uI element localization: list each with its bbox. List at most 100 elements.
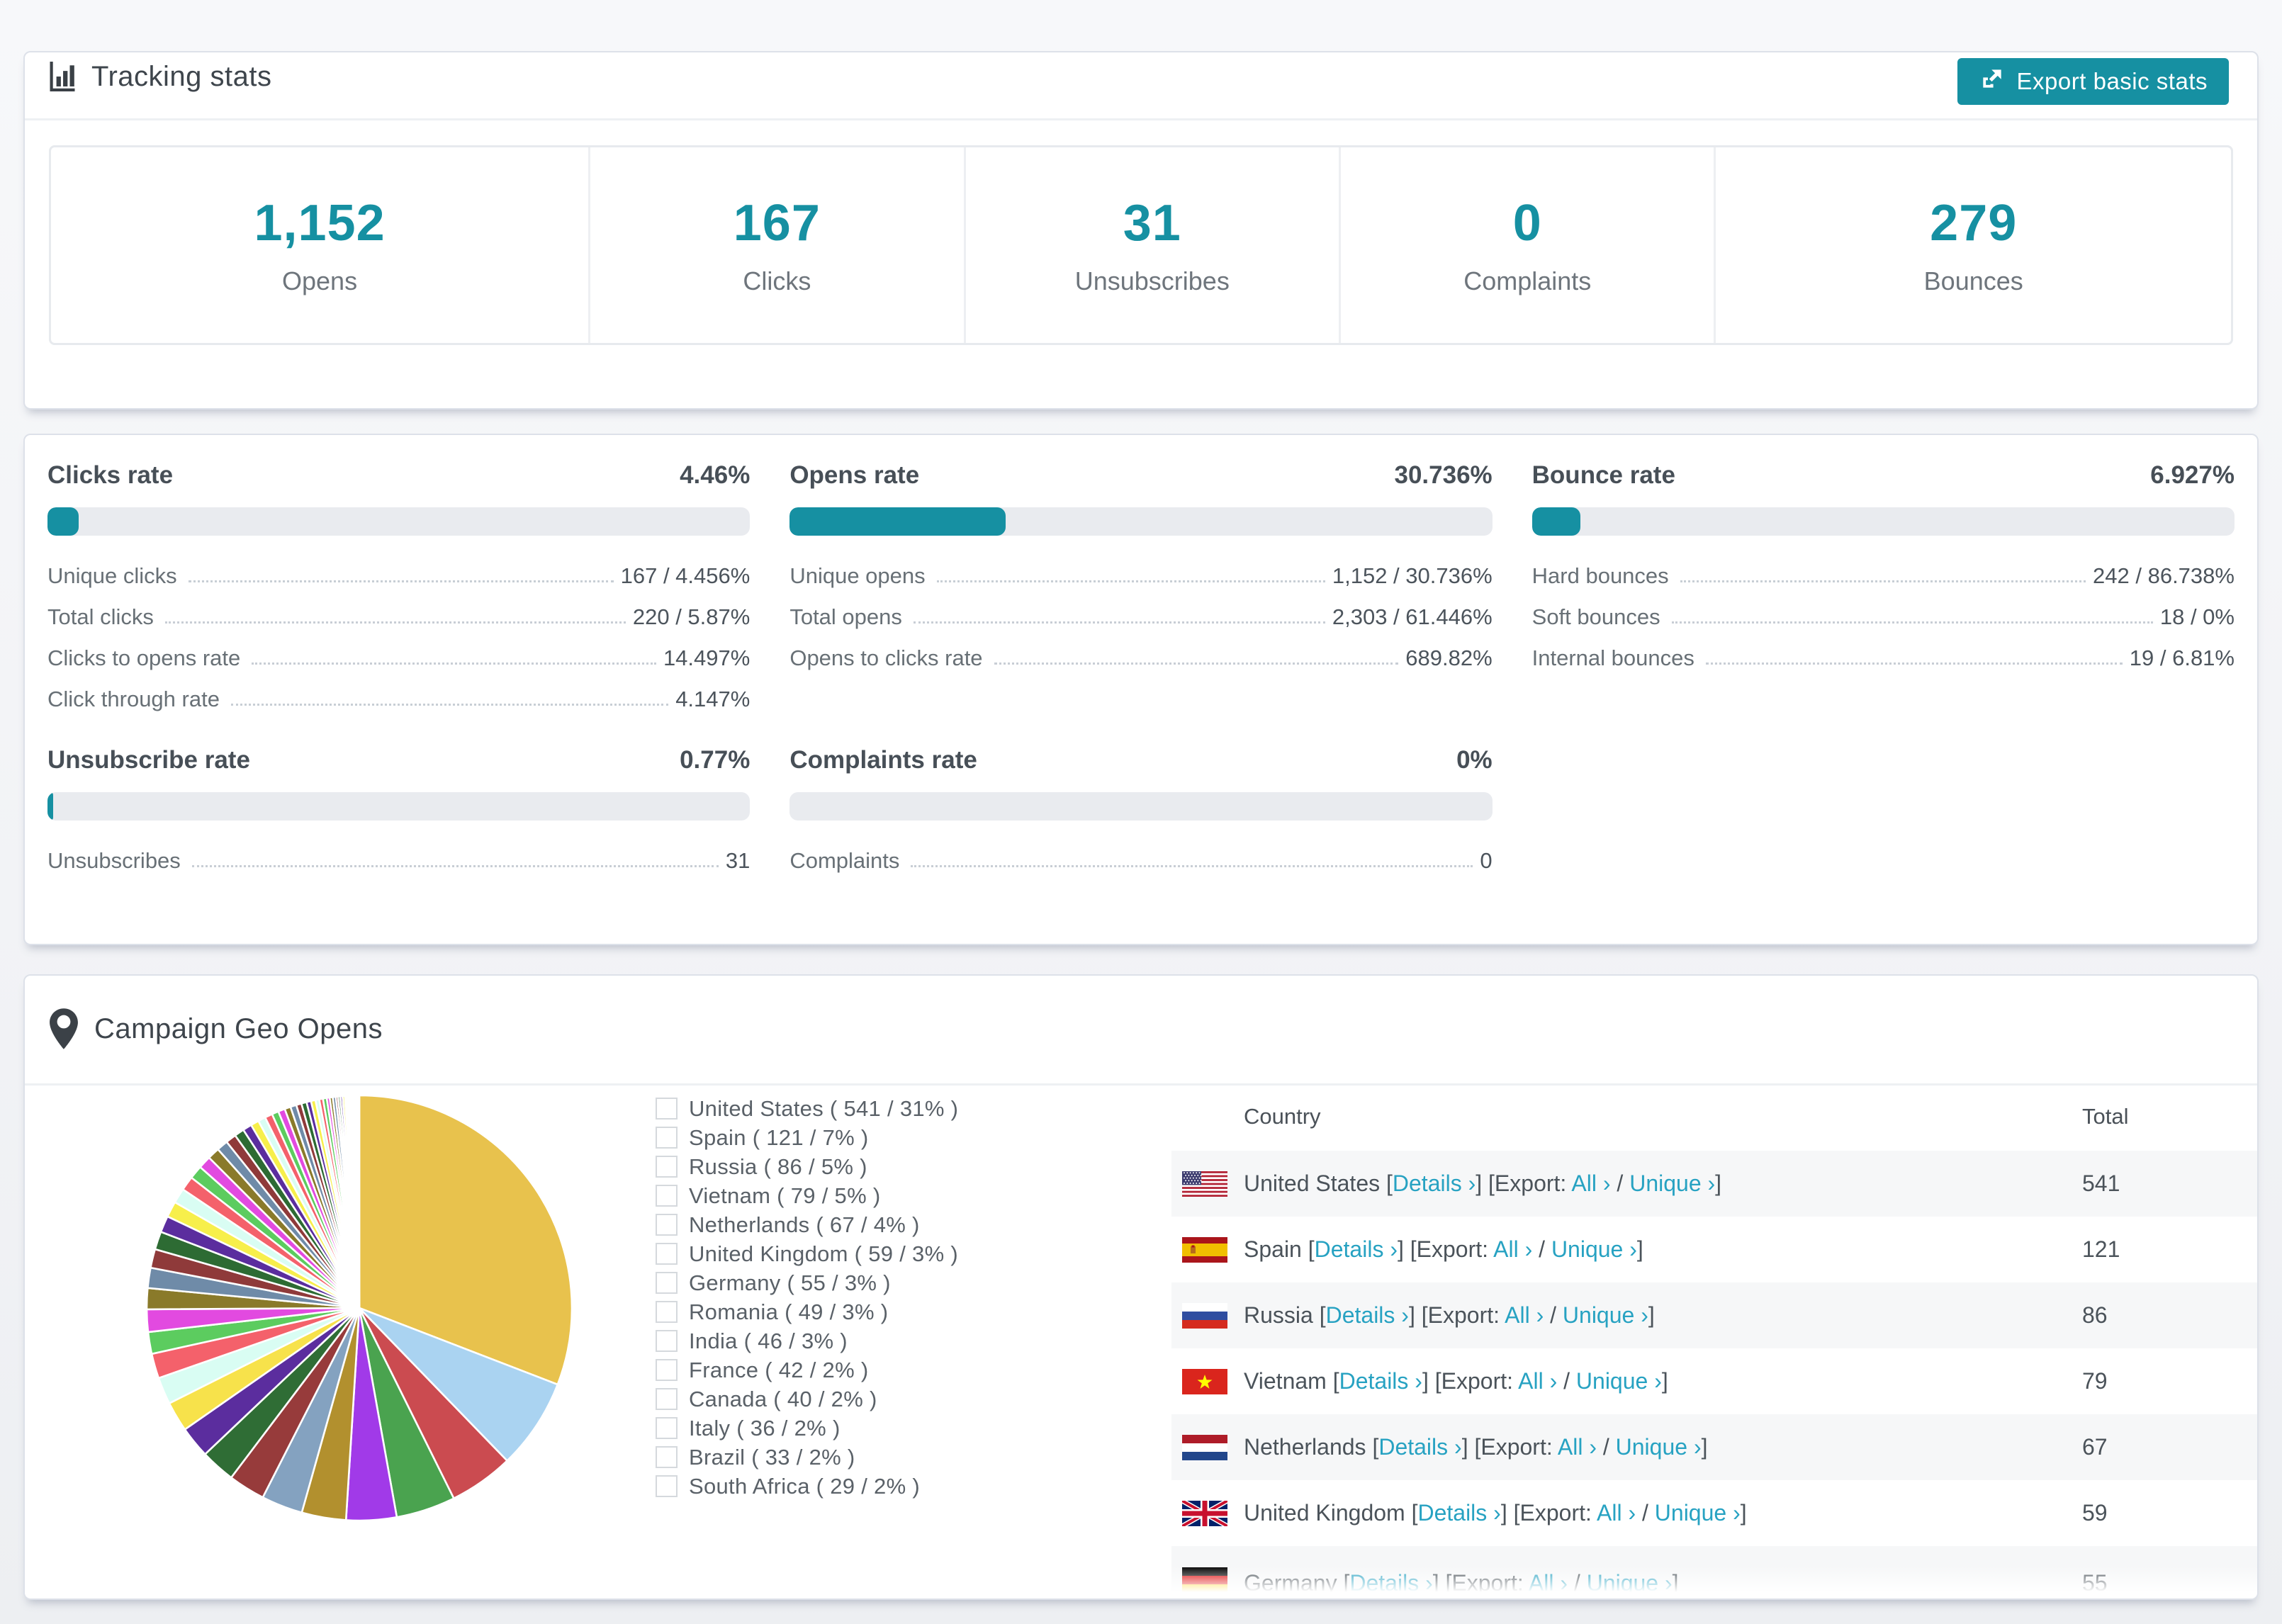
rate-detail-row: Click through rate 4.147% bbox=[47, 670, 750, 711]
rate-progress-track bbox=[789, 507, 1493, 536]
legend-item: India ( 46 / 3% ) bbox=[656, 1326, 958, 1355]
details-link[interactable]: Details › bbox=[1417, 1500, 1500, 1526]
rate-header: Clicks rate 4.46% bbox=[47, 461, 750, 490]
legend-item: Netherlands ( 67 / 4% ) bbox=[656, 1210, 958, 1239]
rate-detail-label: Unique clicks bbox=[47, 563, 177, 588]
stat-label: Complaints bbox=[1463, 266, 1592, 295]
rate-progress-track bbox=[789, 792, 1493, 821]
tracking-stats-card: Tracking stats Export basic stats 1,152 O… bbox=[23, 51, 2259, 410]
legend-label: France ( 42 / 2% ) bbox=[689, 1357, 869, 1382]
rate-detail-label: Clicks to opens rate bbox=[47, 645, 241, 670]
flag-us-icon bbox=[1182, 1171, 1227, 1197]
stat-cell-complaints: 0 Complaints bbox=[1341, 147, 1716, 343]
stat-label: Opens bbox=[282, 266, 358, 295]
rate-detail-label: Unsubscribes bbox=[47, 847, 181, 873]
rate-detail-value: 19 / 6.81% bbox=[2129, 645, 2235, 670]
legend-swatch bbox=[656, 1098, 678, 1120]
rate-detail-value: 220 / 5.87% bbox=[632, 604, 751, 629]
country-name: Spain bbox=[1244, 1236, 1302, 1262]
rate-detail-row: Clicks to opens rate 14.497% bbox=[47, 629, 750, 670]
export-all-link[interactable]: All › bbox=[1571, 1171, 1610, 1196]
stat-value: 167 bbox=[733, 195, 821, 252]
legend-item: Spain ( 121 / 7% ) bbox=[656, 1123, 958, 1152]
dotted-leader bbox=[191, 865, 719, 867]
rate-block-bounce-rate: Bounce rate 6.927% Hard bounces 242 / 86.73… bbox=[1531, 461, 2235, 711]
export-all-link[interactable]: All › bbox=[1493, 1236, 1532, 1262]
export-unique-link[interactable]: Unique › bbox=[1655, 1500, 1741, 1526]
flag-gb-icon bbox=[1182, 1500, 1227, 1526]
rate-block-complaints-rate: Complaints rate 0% Complaints 0 bbox=[789, 745, 1493, 873]
export-all-link[interactable]: All › bbox=[1558, 1434, 1597, 1460]
legend-item: United States ( 541 / 31% ) bbox=[656, 1094, 958, 1123]
export-unique-link[interactable]: Unique › bbox=[1587, 1570, 1673, 1596]
legend-swatch bbox=[656, 1359, 678, 1381]
stat-value: 31 bbox=[1123, 195, 1181, 252]
country-cell: United Kingdom [Details ›] [Export: All … bbox=[1244, 1500, 1747, 1526]
rate-progress-fill bbox=[1531, 507, 1581, 536]
stat-cell-unsubscribes: 31 Unsubscribes bbox=[966, 147, 1342, 343]
total-cell: 67 bbox=[2082, 1434, 2108, 1460]
details-link[interactable]: Details › bbox=[1378, 1434, 1461, 1460]
legend-label: Spain ( 121 / 7% ) bbox=[689, 1124, 869, 1150]
tracking-stats-header: Tracking stats Export basic stats bbox=[25, 52, 2257, 120]
details-link[interactable]: Details › bbox=[1349, 1570, 1432, 1596]
export-all-link[interactable]: All › bbox=[1518, 1368, 1557, 1394]
flag-vn-icon bbox=[1182, 1368, 1227, 1394]
country-cell: Germany [Details ›] [Export: All › / Uni… bbox=[1244, 1570, 1679, 1596]
rate-header: Unsubscribe rate 0.77% bbox=[47, 745, 750, 775]
export-unique-link[interactable]: Unique › bbox=[1576, 1368, 1662, 1394]
legend-item: Canada ( 40 / 2% ) bbox=[656, 1385, 958, 1414]
card-title-text: Tracking stats bbox=[91, 60, 272, 92]
rate-title: Opens rate bbox=[789, 461, 920, 489]
rate-detail-label: Soft bounces bbox=[1531, 604, 1660, 629]
rate-detail-value: 0 bbox=[1480, 847, 1493, 873]
total-cell: 55 bbox=[2082, 1570, 2108, 1596]
dotted-leader bbox=[164, 621, 626, 624]
legend-item: Germany ( 55 / 3% ) bbox=[656, 1268, 958, 1297]
country-name: United States bbox=[1244, 1171, 1381, 1196]
stat-cell-clicks: 167 Clicks bbox=[590, 147, 966, 343]
rate-header: Bounce rate 6.927% bbox=[1532, 461, 2235, 490]
rate-detail-label: Hard bounces bbox=[1531, 563, 1669, 588]
rate-detail-row: Complaints 0 bbox=[789, 832, 1492, 873]
rate-detail-rows: Hard bounces 242 / 86.738% Soft bounces 18 … bbox=[1532, 547, 2235, 670]
details-link[interactable]: Details › bbox=[1315, 1236, 1398, 1262]
rate-detail-label: Total clicks bbox=[47, 604, 154, 629]
details-link[interactable]: Details › bbox=[1393, 1171, 1476, 1196]
rate-detail-row: Hard bounces 242 / 86.738% bbox=[1532, 547, 2235, 588]
details-link[interactable]: Details › bbox=[1326, 1302, 1409, 1328]
rates-card: Clicks rate 4.46% Unique clicks 167 / 4.456… bbox=[23, 434, 2259, 945]
stat-label: Unsubscribes bbox=[1074, 266, 1230, 295]
details-link[interactable]: Details › bbox=[1339, 1368, 1422, 1394]
geo-opens-pie-chart bbox=[145, 1094, 573, 1522]
dotted-leader bbox=[994, 662, 1399, 665]
export-basic-stats-button[interactable]: Export basic stats bbox=[1957, 58, 2229, 105]
rate-detail-label: Total opens bbox=[789, 604, 902, 629]
country-name: Vietnam bbox=[1244, 1368, 1327, 1394]
country-name: Netherlands bbox=[1244, 1434, 1366, 1460]
rate-value: 6.927% bbox=[2150, 461, 2235, 489]
rate-detail-rows: Unique clicks 167 / 4.456% Total clicks 220… bbox=[47, 547, 750, 711]
export-unique-link[interactable]: Unique › bbox=[1563, 1302, 1648, 1328]
legend-swatch bbox=[656, 1330, 678, 1352]
legend-label: South Africa ( 29 / 2% ) bbox=[689, 1473, 920, 1499]
legend-swatch bbox=[656, 1243, 678, 1265]
country-cell: United States [Details ›] [Export: All ›… bbox=[1244, 1171, 1722, 1196]
export-all-link[interactable]: All › bbox=[1529, 1570, 1568, 1596]
rates-grid: Clicks rate 4.46% Unique clicks 167 / 4.456… bbox=[25, 435, 2257, 873]
legend-swatch bbox=[656, 1127, 678, 1149]
export-all-link[interactable]: All › bbox=[1597, 1500, 1636, 1526]
legend-swatch bbox=[656, 1156, 678, 1178]
map-pin-icon bbox=[47, 1007, 80, 1051]
total-cell: 121 bbox=[2082, 1236, 2120, 1262]
rate-detail-value: 242 / 86.738% bbox=[2093, 563, 2235, 588]
export-unique-link[interactable]: Unique › bbox=[1629, 1171, 1715, 1196]
export-unique-link[interactable]: Unique › bbox=[1616, 1434, 1702, 1460]
rate-detail-rows: Unique opens 1,152 / 30.736% Total opens 2,… bbox=[789, 547, 1492, 670]
dotted-leader bbox=[1680, 580, 2086, 582]
geo-table-row-nl: Netherlands [Details ›] [Export: All › /… bbox=[1171, 1414, 2257, 1480]
tracking-stats-strip: 1,152 Opens 167 Clicks 31 Unsubscribes 0 Compla… bbox=[49, 145, 2233, 345]
column-header-total: Total bbox=[2082, 1104, 2129, 1129]
export-unique-link[interactable]: Unique › bbox=[1551, 1236, 1637, 1262]
export-all-link[interactable]: All › bbox=[1505, 1302, 1544, 1328]
